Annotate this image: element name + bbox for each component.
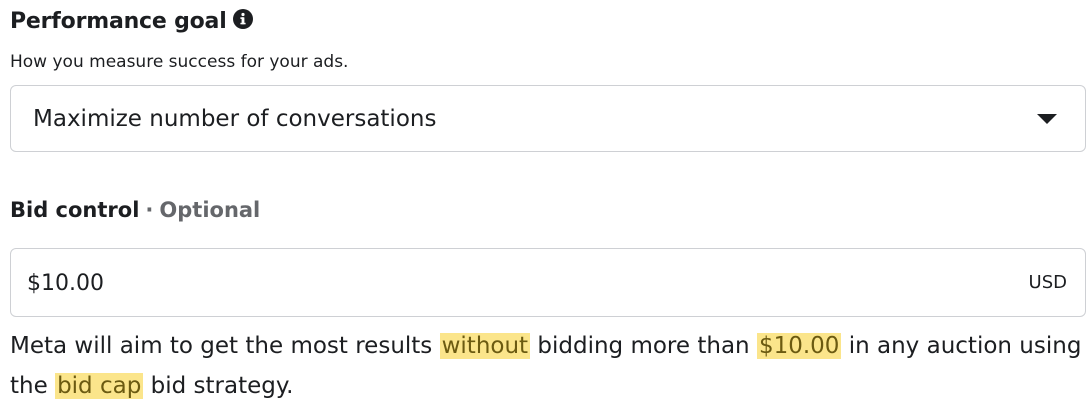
performance-goal-dropdown[interactable]: Maximize number of conversations [10, 85, 1086, 152]
bid-strategy-help-text: Meta will aim to get the most results wi… [10, 326, 1086, 406]
performance-goal-header: Performance goal [10, 6, 253, 36]
currency-label: USD [1028, 272, 1067, 293]
highlight-bid-cap: bid cap [55, 373, 144, 399]
performance-goal-selected-value: Maximize number of conversations [33, 106, 437, 132]
help-text-segment: bid strategy. [143, 373, 294, 399]
bid-control-optional-label: Optional [159, 198, 261, 222]
caret-down-icon[interactable] [1037, 114, 1057, 124]
help-text-segment: bidding more than [530, 333, 757, 359]
bid-control-separator: · [145, 198, 154, 222]
performance-goal-title: Performance goal [10, 8, 227, 34]
highlight-bid-amount: $10.00 [756, 333, 842, 359]
bid-control-label: Bid control [10, 198, 140, 222]
bid-control-field[interactable]: USD [10, 248, 1086, 317]
highlight-without: without [439, 333, 531, 359]
info-icon[interactable] [232, 9, 253, 29]
bid-amount-input[interactable] [27, 263, 927, 303]
bid-control-header: Bid control · Optional [10, 198, 260, 222]
performance-goal-subtitle: How you measure success for your ads. [10, 52, 349, 72]
help-text-segment: Meta will aim to get the most results [10, 333, 440, 359]
